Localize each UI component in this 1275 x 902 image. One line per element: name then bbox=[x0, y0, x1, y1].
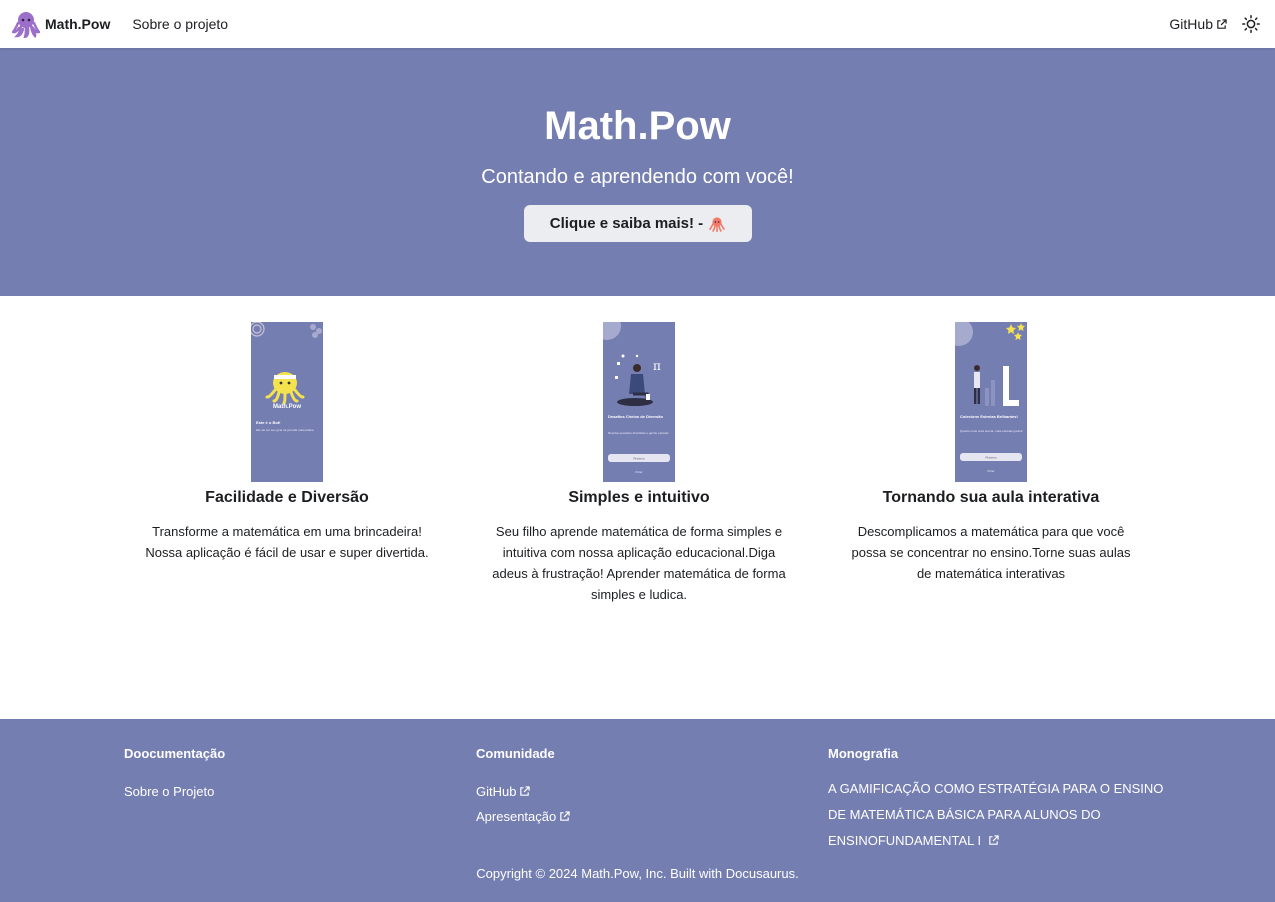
screen-skip: Pular bbox=[635, 470, 642, 474]
feature-description: Transforme a matemática em uma brincadei… bbox=[145, 524, 429, 560]
screen-button: Próximo bbox=[985, 456, 996, 460]
feature-title: Simples e intuitivo bbox=[568, 489, 710, 506]
screen-brand: Math.Pow bbox=[273, 404, 301, 410]
hero-subtitle: Contando e aprendendo com você! bbox=[481, 166, 794, 188]
footer-link-item: GitHub bbox=[476, 779, 570, 804]
footer-link-item: Apresentação bbox=[476, 804, 570, 829]
feature-image-stars: Colecione Estrelas Brilhantes! Quanto ma… bbox=[955, 322, 1027, 482]
screen-skip: Pular bbox=[987, 469, 994, 473]
screen-body: Ele vai ser seu guia na jornada matemáti… bbox=[256, 428, 314, 432]
nav-link-github-label: GitHub bbox=[1169, 16, 1213, 32]
features-section: Math.Pow Este é o Bot! Ele vai ser seu g… bbox=[0, 296, 1275, 719]
footer-link-github[interactable]: GitHub bbox=[476, 779, 516, 804]
external-link-icon bbox=[520, 786, 531, 796]
navbar-right: GitHub bbox=[1169, 12, 1263, 36]
external-link-icon bbox=[1217, 18, 1227, 29]
brand-link[interactable]: Math.Pow bbox=[12, 10, 110, 38]
footer-column-docs: Doocumentação Sobre o Projeto bbox=[124, 746, 225, 804]
footer-links: GitHub Apresentação bbox=[476, 779, 570, 829]
footer: Doocumentação Sobre o Projeto Comunidade… bbox=[0, 719, 1275, 902]
svg-text:π: π bbox=[653, 359, 661, 373]
sun-icon bbox=[1242, 15, 1260, 33]
hero-cta-label: Clique e saiba mais! - bbox=[549, 215, 704, 232]
feature-title: Facilidade e Diversão bbox=[205, 489, 369, 506]
feature-description: Descomplicamos a matemática para que voc… bbox=[851, 524, 1131, 581]
feature-card: π Desafios Cheios de Diversão Resolva qu… bbox=[479, 322, 799, 605]
feature-card: Math.Pow Este é o Bot! Ele vai ser seu g… bbox=[127, 322, 447, 563]
theme-toggle-button[interactable] bbox=[1239, 12, 1263, 36]
footer-monografia-link[interactable]: A GAMIFICAÇÃO COMO ESTRATÉGIA PARA O ENS… bbox=[828, 776, 1168, 854]
hero-title: Math.Pow bbox=[544, 104, 731, 148]
footer-column-community: Comunidade GitHub Apresentação bbox=[476, 746, 570, 829]
footer-column-title: Comunidade bbox=[476, 746, 555, 761]
feature-image-challenges: π Desafios Cheios de Diversão Resolva qu… bbox=[603, 322, 675, 482]
external-link-icon bbox=[988, 835, 999, 845]
external-link-icon bbox=[560, 811, 570, 821]
nav-link-github[interactable]: GitHub bbox=[1169, 16, 1227, 32]
footer-link-sobre-projeto[interactable]: Sobre o Projeto bbox=[124, 779, 214, 804]
footer-link-item: Sobre o Projeto bbox=[124, 779, 225, 804]
screen-heading: Desafios Cheios de Diversão bbox=[608, 414, 663, 419]
footer-column-title: Doocumentação bbox=[124, 746, 226, 761]
feature-title: Tornando sua aula interativa bbox=[882, 489, 1100, 506]
navbar: Math.Pow Sobre o projeto GitHub bbox=[0, 0, 1275, 48]
footer-link-apresentacao[interactable]: Apresentação bbox=[476, 804, 556, 829]
octopus-logo-icon bbox=[12, 12, 40, 38]
hero-cta-button[interactable]: Clique e saiba mais! - bbox=[523, 205, 752, 242]
screen-body: Resolva questões divertidas e ganhe estr… bbox=[608, 431, 669, 435]
footer-links: Sobre o Projeto bbox=[124, 779, 225, 804]
feature-image-bot: Math.Pow Este é o Bot! Ele vai ser seu g… bbox=[251, 322, 323, 482]
screen-heading: Este é o Bot! bbox=[256, 420, 280, 425]
feature-description: Seu filho aprende matemática de forma si… bbox=[492, 524, 786, 602]
footer-column-monografia: Monografia A GAMIFICAÇÃO COMO ESTRATÉGIA… bbox=[828, 746, 1168, 854]
octopus-icon bbox=[709, 216, 725, 232]
brand-title: Math.Pow bbox=[45, 16, 111, 32]
hero-banner: Math.Pow Contando e aprendendo com você!… bbox=[0, 48, 1275, 296]
screen-body: Quanto mais você acerta, mais estrelas g… bbox=[960, 429, 1023, 433]
footer-column-title: Monografia bbox=[828, 746, 899, 761]
feature-card: Colecione Estrelas Brilhantes! Quanto ma… bbox=[831, 322, 1151, 584]
footer-copyright: Copyright © 2024 Math.Pow, Inc. Built wi… bbox=[476, 866, 799, 881]
nav-link-sobre[interactable]: Sobre o projeto bbox=[132, 16, 228, 32]
screen-heading: Colecione Estrelas Brilhantes! bbox=[960, 414, 1018, 419]
screen-button: Próximo bbox=[633, 457, 644, 461]
